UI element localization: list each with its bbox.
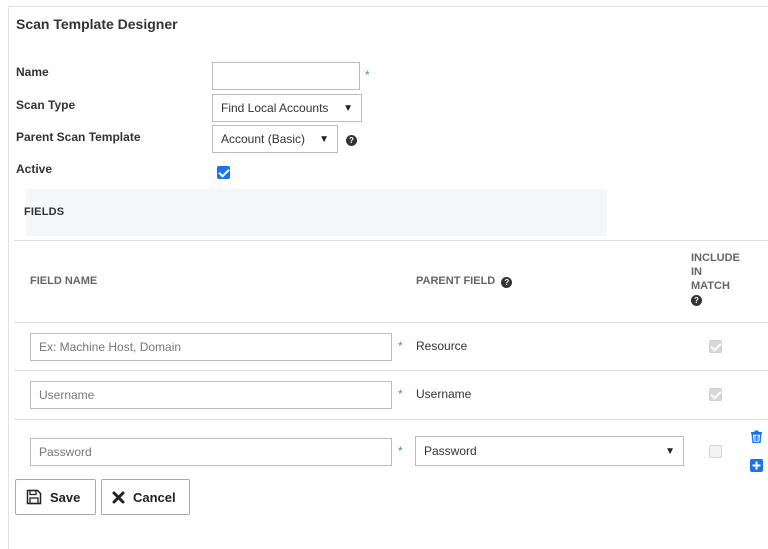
fields-panel (26, 189, 607, 236)
name-required-mark: * (365, 68, 370, 82)
help-icon[interactable]: ? (691, 295, 702, 306)
field-name-placeholder: Username (39, 388, 95, 402)
required-mark: * (398, 339, 403, 353)
trash-icon[interactable] (750, 430, 763, 443)
table-row-field-name-input[interactable]: Password (30, 438, 392, 466)
active-checkbox[interactable] (217, 166, 230, 179)
help-icon[interactable]: ? (346, 135, 357, 146)
header-parent-field: PARENT FIELD ? (416, 274, 513, 288)
header-include-line1: INCLUDE (691, 252, 740, 264)
active-label: Active (16, 162, 53, 176)
include-match-checkbox (709, 340, 722, 353)
chevron-down-icon: ▼ (665, 445, 675, 457)
save-button-label: Save (50, 489, 81, 505)
fields-panel-title: FIELDS (24, 206, 65, 218)
plus-square-icon[interactable] (750, 459, 763, 472)
header-include-line2: IN (691, 266, 702, 278)
field-name-placeholder: Ex: Machine Host, Domain (39, 340, 182, 354)
table-row-field-name-input[interactable]: Ex: Machine Host, Domain (30, 333, 392, 361)
required-mark: * (398, 387, 403, 401)
scan-type-label: Scan Type (16, 98, 76, 112)
header-parent-field-label: PARENT FIELD (416, 275, 496, 287)
cancel-button-label: Cancel (133, 489, 176, 505)
chevron-down-icon: ▼ (319, 133, 329, 145)
page-frame (8, 6, 768, 549)
parent-field-select[interactable]: Password ▼ (415, 436, 684, 466)
header-field-name: FIELD NAME (30, 275, 98, 287)
required-mark: * (398, 444, 403, 458)
save-icon (26, 489, 42, 505)
header-include-line3: MATCH (691, 280, 730, 292)
parent-field-value: Resource (416, 339, 468, 353)
include-match-checkbox (709, 445, 722, 458)
parent-template-label: Parent Scan Template (16, 130, 141, 144)
chevron-down-icon: ▼ (343, 102, 353, 114)
table-row-field-name-input[interactable]: Username (30, 381, 392, 409)
page-title: Scan Template Designer (16, 16, 178, 32)
scan-type-value: Find Local Accounts (221, 101, 329, 115)
row-divider (14, 370, 768, 371)
header-include-in-match: INCLUDE IN MATCH ? (691, 251, 740, 307)
header-bottom-divider (14, 322, 768, 323)
field-name-placeholder: Password (39, 445, 92, 459)
scan-type-select[interactable]: Find Local Accounts ▼ (212, 94, 362, 122)
parent-field-select-value: Password (424, 444, 477, 458)
parent-field-value: Username (416, 387, 472, 401)
name-label: Name (16, 65, 49, 79)
parent-template-select[interactable]: Account (Basic) ▼ (212, 125, 338, 153)
row-divider (14, 419, 768, 420)
table-top-divider (14, 240, 768, 241)
include-match-checkbox (709, 388, 722, 401)
name-input[interactable] (212, 62, 360, 90)
parent-template-value: Account (Basic) (221, 132, 306, 146)
help-icon[interactable]: ? (501, 277, 513, 288)
close-icon (112, 491, 125, 503)
cancel-button[interactable]: Cancel (101, 479, 190, 515)
save-button[interactable]: Save (15, 479, 96, 515)
